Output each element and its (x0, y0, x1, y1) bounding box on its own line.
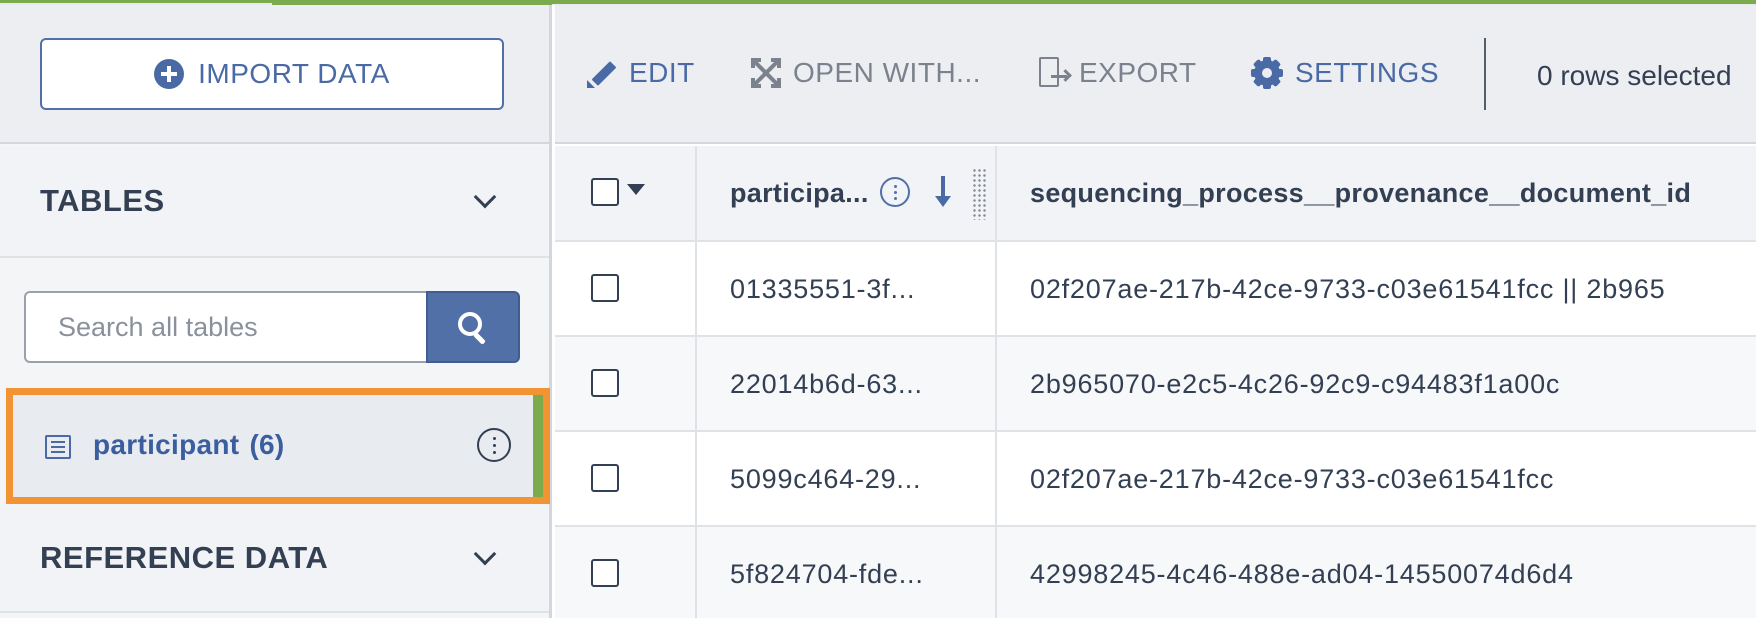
selected-indicator (533, 395, 543, 497)
export-button[interactable]: EXPORT (1037, 55, 1197, 91)
document-id-cell[interactable]: 42998245-4c46-488e-ad04-14550074d6d4 (1030, 559, 1574, 590)
table-row[interactable]: 5f824704-fde... 42998245-4c46-488e-ad04-… (555, 527, 1756, 618)
participant-cell[interactable]: 22014b6d-63... (730, 369, 923, 400)
expand-arrows-icon (751, 58, 781, 88)
document-id-cell[interactable]: 02f207ae-217b-42ce-9733-c03e61541fcc (1030, 464, 1554, 495)
sidebar-item-participant[interactable]: participant (6) (6, 388, 550, 504)
data-table-panel: EDIT OPEN WITH... EXPORT SETTINGS 0 rows… (555, 5, 1756, 618)
import-data-button[interactable]: IMPORT DATA (40, 38, 504, 110)
table-search (24, 291, 520, 363)
column-header-document-id[interactable]: sequencing_process__provenance__document… (1030, 178, 1691, 209)
row-checkbox[interactable] (591, 274, 619, 302)
pencil-icon (587, 58, 617, 88)
sidebar: IMPORT DATA TABLES participant (6) REFERE… (0, 5, 552, 618)
import-data-label: IMPORT DATA (198, 58, 390, 89)
column-info-icon[interactable] (880, 177, 910, 207)
tables-heading: TABLES (40, 183, 165, 218)
toolbar-divider (1484, 38, 1486, 110)
row-checkbox[interactable] (591, 369, 619, 397)
settings-button[interactable]: SETTINGS (1251, 55, 1439, 91)
progress-segment (0, 0, 272, 3)
column-separator (695, 146, 697, 618)
gear-icon (1251, 57, 1283, 89)
open-with-button[interactable]: OPEN WITH... (751, 55, 981, 91)
progress-segment (552, 0, 1756, 4)
table-row[interactable]: 22014b6d-63... 2b965070-e2c5-4c26-92c9-c… (555, 337, 1756, 432)
table-list-icon (45, 435, 71, 459)
participant-cell[interactable]: 5f824704-fde... (730, 559, 924, 590)
table-name: participant (93, 429, 240, 460)
sort-descending-icon[interactable] (935, 176, 951, 208)
column-resize-handle[interactable] (972, 168, 986, 220)
row-checkbox[interactable] (591, 559, 619, 587)
reference-data-section-header[interactable]: REFERENCE DATA (0, 505, 549, 613)
select-all-checkbox[interactable] (591, 178, 619, 206)
search-icon (458, 312, 488, 345)
table-row-count: (6) (249, 429, 285, 460)
table-row[interactable]: 5099c464-29... 02f207ae-217b-42ce-9733-c… (555, 432, 1756, 527)
chevron-down-icon (473, 185, 497, 209)
table-header-row: participa... sequencing_process__provena… (555, 146, 1756, 242)
chevron-down-icon (473, 542, 497, 566)
participant-cell[interactable]: 5099c464-29... (730, 464, 921, 495)
document-id-cell[interactable]: 2b965070-e2c5-4c26-92c9-c94483f1a00c (1030, 369, 1560, 400)
edit-button[interactable]: EDIT (587, 55, 695, 91)
open-with-label: OPEN WITH... (793, 57, 981, 88)
import-section: IMPORT DATA (0, 5, 549, 144)
select-menu-caret-icon[interactable] (627, 184, 645, 195)
table-options-icon[interactable] (477, 428, 511, 462)
data-grid: participa... sequencing_process__provena… (555, 146, 1756, 618)
plus-circle-icon (154, 59, 185, 89)
participant-cell[interactable]: 01335551-3f... (730, 274, 915, 305)
reference-data-heading: REFERENCE DATA (40, 540, 329, 575)
document-id-cell[interactable]: 02f207ae-217b-42ce-9733-c03e61541fcc || … (1030, 274, 1666, 305)
column-header-participant[interactable]: participa... (730, 178, 869, 209)
search-button[interactable] (426, 291, 520, 363)
rows-selected-count: 0 rows selected (1537, 60, 1732, 91)
search-tables-input[interactable] (24, 291, 426, 363)
export-label: EXPORT (1079, 57, 1197, 88)
column-separator (995, 146, 997, 618)
row-checkbox[interactable] (591, 464, 619, 492)
toolbar: EDIT OPEN WITH... EXPORT SETTINGS 0 rows… (555, 5, 1756, 144)
edit-label: EDIT (629, 57, 695, 88)
tables-section-header[interactable]: TABLES (0, 146, 549, 258)
table-item-label: participant (6) (93, 429, 285, 461)
settings-label: SETTINGS (1295, 57, 1440, 88)
table-row[interactable]: 01335551-3f... 02f207ae-217b-42ce-9733-c… (555, 242, 1756, 337)
file-export-icon (1037, 57, 1072, 89)
